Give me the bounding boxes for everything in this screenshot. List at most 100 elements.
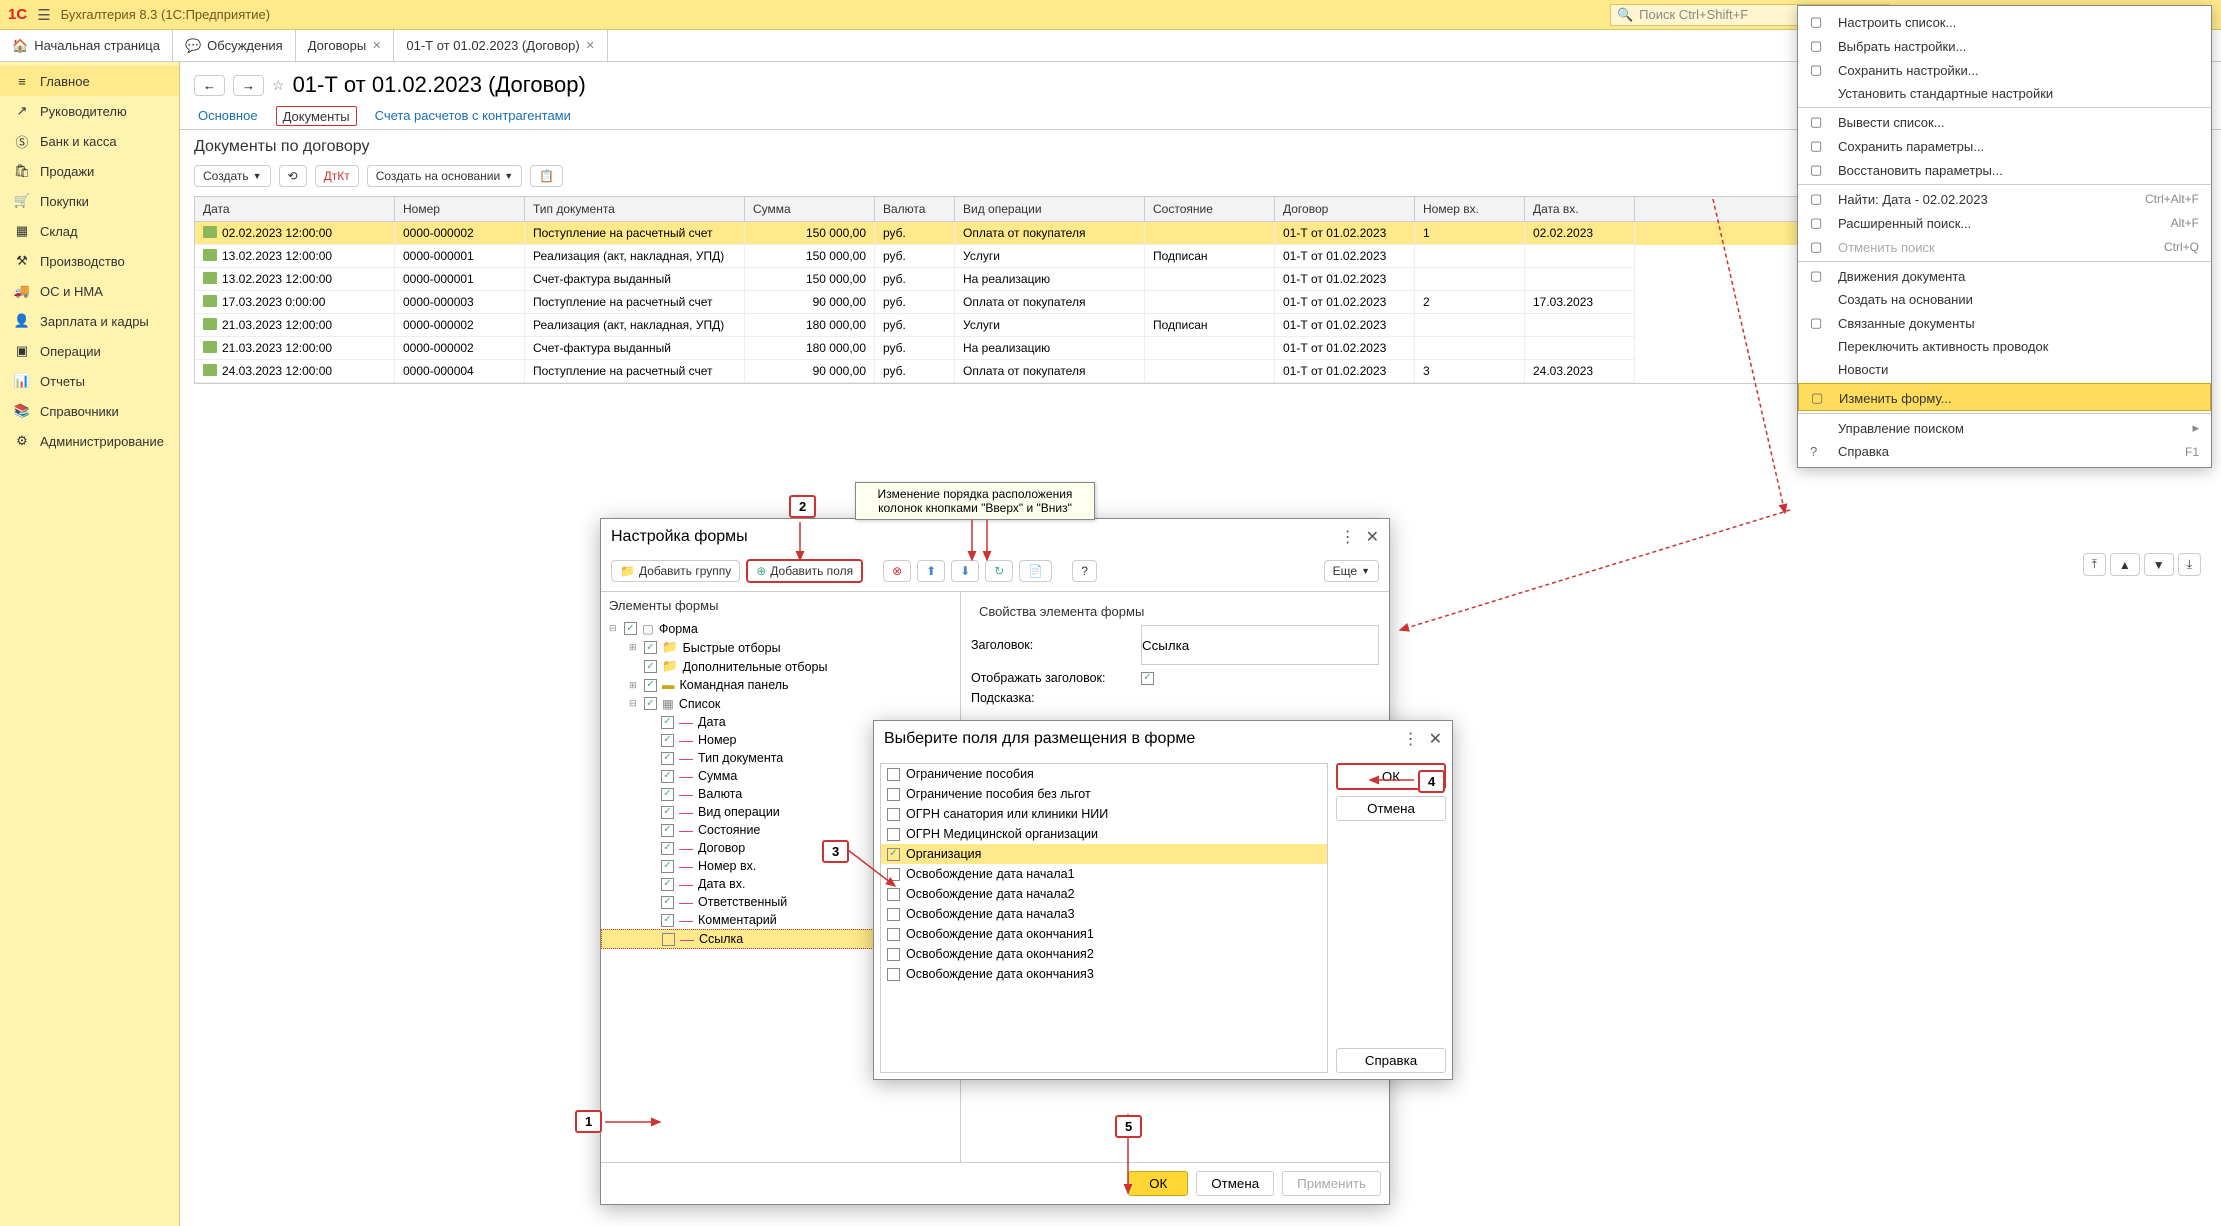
dialog-more-icon[interactable]: ⋮ — [1340, 527, 1356, 547]
delete-button[interactable]: ⊗ — [883, 560, 911, 582]
ctx-item[interactable]: ?СправкаF1 — [1798, 440, 2211, 463]
checkbox-icon[interactable] — [887, 968, 900, 981]
field-option[interactable]: ОГРН Медицинской организации — [881, 824, 1327, 844]
close-icon[interactable]: ✕ — [586, 39, 595, 52]
menu-icon[interactable]: ☰ — [37, 6, 50, 24]
col-num-in[interactable]: Номер вх. — [1415, 197, 1525, 221]
ctx-item[interactable]: ▢Движения документа — [1798, 261, 2211, 288]
tree-form[interactable]: ⊟▢Форма — [601, 619, 960, 638]
ctx-item[interactable]: ▢Связанные документы — [1798, 311, 2211, 335]
add-fields-button[interactable]: ⊕ Добавить поля — [746, 559, 863, 583]
field-option[interactable]: Организация — [881, 844, 1327, 864]
ctx-item[interactable]: Создать на основании — [1798, 288, 2211, 311]
checkbox-icon[interactable] — [644, 697, 657, 710]
checkbox-icon[interactable] — [661, 914, 674, 927]
down-button[interactable]: ⬇ — [951, 560, 979, 582]
field-option[interactable]: Освобождение дата начала3 — [881, 904, 1327, 924]
nav-tab-1[interactable]: Договоры ✕ — [296, 30, 395, 61]
more-button[interactable]: Еще ▼ — [1324, 560, 1379, 582]
ok-button[interactable]: ОК — [1128, 1171, 1188, 1196]
ctx-item[interactable]: ▢Выбрать настройки... — [1798, 34, 2211, 58]
checkbox-icon[interactable] — [661, 734, 674, 747]
checkbox-icon[interactable] — [661, 878, 674, 891]
col-contract[interactable]: Договор — [1275, 197, 1415, 221]
cancel-button[interactable]: Отмена — [1196, 1171, 1274, 1196]
col-date[interactable]: Дата — [195, 197, 395, 221]
field-option[interactable]: Освобождение дата окончания2 — [881, 944, 1327, 964]
copy-button[interactable]: 📄 — [1019, 560, 1052, 582]
field-option[interactable]: Освобождение дата начала2 — [881, 884, 1327, 904]
checkbox-icon[interactable] — [887, 868, 900, 881]
checkbox-icon[interactable] — [644, 641, 657, 654]
ctx-item[interactable]: ▢Найти: Дата - 02.02.2023Ctrl+Alt+F — [1798, 184, 2211, 211]
tree-list[interactable]: ⊟▦Список — [601, 694, 960, 713]
dialog-close-icon[interactable]: ✕ — [1429, 729, 1442, 749]
col-sum[interactable]: Сумма — [745, 197, 875, 221]
dialog-more-icon[interactable]: ⋮ — [1403, 729, 1419, 749]
checkbox-icon[interactable] — [887, 948, 900, 961]
nav-discuss[interactable]: 💬 Обсуждения — [173, 30, 296, 61]
prop-show-checkbox[interactable] — [1141, 672, 1154, 685]
sidebar-item-sales[interactable]: 🛍Продажи — [0, 156, 179, 186]
close-icon[interactable]: ✕ — [372, 39, 381, 52]
field-option[interactable]: Ограничение пособия без льгот — [881, 784, 1327, 804]
back-button[interactable]: ← — [194, 75, 225, 96]
prop-title-input[interactable] — [1141, 625, 1379, 665]
scroll-top-icon[interactable]: ⤒ — [2083, 553, 2106, 576]
col-state[interactable]: Состояние — [1145, 197, 1275, 221]
scroll-bottom-icon[interactable]: ⤓ — [2178, 553, 2201, 576]
create-based-button[interactable]: Создать на основании▼ — [367, 165, 522, 187]
ctx-item[interactable]: Новости — [1798, 358, 2211, 381]
scroll-up-icon[interactable]: ▲ — [2110, 553, 2140, 576]
help-button[interactable]: Справка — [1336, 1048, 1446, 1073]
sidebar-item-warehouse[interactable]: ▦Склад — [0, 216, 179, 246]
checkbox-icon[interactable] — [887, 828, 900, 841]
sidebar-item-production[interactable]: ⚒Производство — [0, 246, 179, 276]
ctx-item[interactable]: ▢Сохранить параметры... — [1798, 134, 2211, 158]
checkbox-icon[interactable] — [661, 716, 674, 729]
sidebar-item-catalogs[interactable]: 📚Справочники — [0, 396, 179, 426]
ctx-item[interactable]: Установить стандартные настройки — [1798, 82, 2211, 105]
sidebar-item-salary[interactable]: 👤Зарплата и кадры — [0, 306, 179, 336]
ctx-item[interactable]: ▢Настроить список... — [1798, 10, 2211, 34]
ctx-item[interactable]: ▢Расширенный поиск...Alt+F — [1798, 211, 2211, 235]
print-button[interactable]: 📋 — [530, 165, 563, 187]
col-currency[interactable]: Валюта — [875, 197, 955, 221]
tree-command-panel[interactable]: ⊞▬Командная панель — [601, 676, 960, 694]
sidebar-item-bank[interactable]: ⓈБанк и касса — [0, 126, 179, 156]
help-button[interactable]: ? — [1072, 560, 1097, 582]
checkbox-icon[interactable] — [887, 848, 900, 861]
ctx-item[interactable]: ▢Восстановить параметры... — [1798, 158, 2211, 182]
forward-button[interactable]: → — [233, 75, 264, 96]
create-button[interactable]: Создать▼ — [194, 165, 271, 187]
scroll-down-icon[interactable]: ▼ — [2144, 553, 2174, 576]
sidebar-item-main[interactable]: ≡Главное — [0, 66, 179, 96]
col-type[interactable]: Тип документа — [525, 197, 745, 221]
ctx-item[interactable]: Управление поиском▸ — [1798, 413, 2211, 440]
col-operation[interactable]: Вид операции — [955, 197, 1145, 221]
tab-main[interactable]: Основное — [194, 104, 262, 129]
up-button[interactable]: ⬆ — [917, 560, 945, 582]
add-group-button[interactable]: 📁 Добавить группу — [611, 560, 740, 582]
sidebar-item-reports[interactable]: 📊Отчеты — [0, 366, 179, 396]
field-option[interactable]: Освобождение дата окончания1 — [881, 924, 1327, 944]
refresh-button[interactable]: ↻ — [985, 560, 1013, 582]
tree-quick-filters[interactable]: ⊞📁Быстрые отборы — [601, 638, 960, 657]
dktr-button[interactable]: ДтКт — [315, 165, 359, 187]
ctx-item[interactable]: ▢Сохранить настройки... — [1798, 58, 2211, 82]
refresh-button[interactable]: ⟲ — [279, 165, 307, 187]
nav-home[interactable]: 🏠 Начальная страница — [0, 30, 173, 61]
checkbox-icon[interactable] — [887, 768, 900, 781]
checkbox-icon[interactable] — [624, 622, 637, 635]
col-date-in[interactable]: Дата вх. — [1525, 197, 1635, 221]
checkbox-icon[interactable] — [661, 860, 674, 873]
checkbox-icon[interactable] — [887, 788, 900, 801]
checkbox-icon[interactable] — [661, 824, 674, 837]
checkbox-icon[interactable] — [661, 806, 674, 819]
checkbox-icon[interactable] — [661, 752, 674, 765]
tree-extra-filters[interactable]: 📁Дополнительные отборы — [601, 657, 960, 676]
col-number[interactable]: Номер — [395, 197, 525, 221]
ctx-item[interactable]: ▢Вывести список... — [1798, 107, 2211, 134]
checkbox-icon[interactable] — [887, 808, 900, 821]
checkbox-icon[interactable] — [661, 770, 674, 783]
